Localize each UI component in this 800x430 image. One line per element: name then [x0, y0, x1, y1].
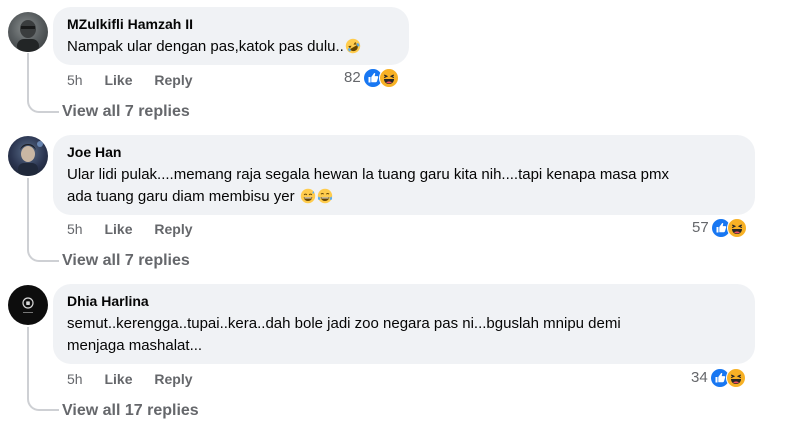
like-button[interactable]: Like	[104, 72, 132, 88]
comment-text-line: ada tuang garu diam membisu yer	[67, 188, 295, 205]
reply-thread-line	[27, 327, 59, 411]
comment-author[interactable]: Dhia Harlina	[67, 292, 743, 310]
comment-actions: 5h Like Reply	[67, 220, 211, 238]
reaction-summary[interactable]: 82	[344, 68, 399, 88]
reply-button[interactable]: Reply	[154, 72, 192, 88]
reply-button[interactable]: Reply	[154, 371, 192, 387]
joy-emoji-icon	[317, 188, 333, 204]
comment-time[interactable]: 5h	[67, 221, 83, 237]
reaction-count: 34	[691, 369, 708, 386]
like-button[interactable]: Like	[104, 371, 132, 387]
comment-bubble: Dhia Harlina semut..kerengga..tupai..ker…	[53, 284, 755, 364]
reaction-summary[interactable]: 34	[691, 368, 746, 388]
reply-button[interactable]: Reply	[154, 221, 192, 237]
reaction-summary[interactable]: 57	[692, 218, 747, 238]
view-replies-link[interactable]: View all 7 replies	[62, 102, 190, 122]
haha-icon	[726, 368, 746, 388]
comment-author[interactable]: Joe Han	[67, 143, 743, 161]
comment-text-line: semut..kerengga..tupai..kera..dah bole j…	[67, 315, 621, 332]
comment-time[interactable]: 5h	[67, 371, 83, 387]
comment-text: ada tuang garu diam membisu yer	[67, 186, 743, 208]
comment-actions: 5h Like Reply	[67, 370, 211, 388]
rofl-emoji-icon	[345, 38, 361, 54]
haha-icon	[727, 218, 747, 238]
comment-text-line: menjaga mashalat...	[67, 337, 203, 354]
comment-text-line: Nampak ular dengan pas,katok pas dulu..	[67, 38, 344, 55]
comment-bubble: MZulkifli Hamzah II Nampak ular dengan p…	[53, 7, 409, 65]
reaction-count: 57	[692, 219, 709, 236]
avatar[interactable]	[8, 285, 48, 325]
comment-bubble: Joe Han Ular lidi pulak....memang raja s…	[53, 135, 755, 215]
like-button[interactable]: Like	[104, 221, 132, 237]
comment-actions: 5h Like Reply	[67, 71, 211, 89]
grin-sweat-emoji-icon	[300, 188, 316, 204]
comment-author[interactable]: MZulkifli Hamzah II	[67, 15, 397, 33]
avatar[interactable]	[8, 136, 48, 176]
haha-icon	[379, 68, 399, 88]
comment-text: Nampak ular dengan pas,katok pas dulu..	[67, 36, 397, 58]
reply-thread-line	[27, 178, 59, 262]
reaction-count: 82	[344, 69, 361, 86]
avatar[interactable]	[8, 12, 48, 52]
comment-time[interactable]: 5h	[67, 72, 83, 88]
comment-text-line: Ular lidi pulak....memang raja segala he…	[67, 166, 669, 183]
view-replies-link[interactable]: View all 7 replies	[62, 251, 190, 271]
view-replies-link[interactable]: View all 17 replies	[62, 401, 199, 421]
reply-thread-line	[27, 53, 59, 113]
